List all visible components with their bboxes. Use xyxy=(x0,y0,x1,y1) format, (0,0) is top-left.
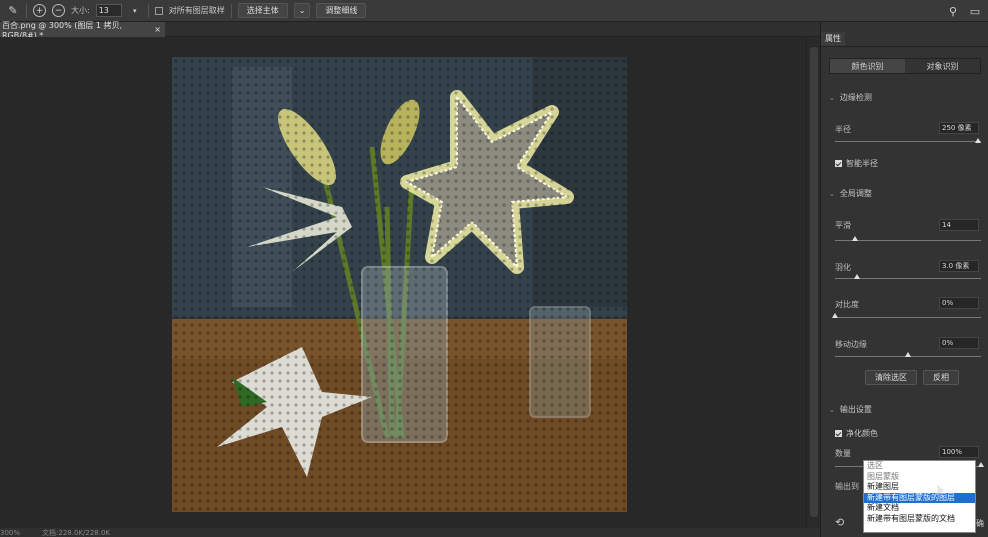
tab-object-aware[interactable]: 对象识别 xyxy=(905,59,980,73)
options-bar-right: ⚲ ▭ xyxy=(946,4,982,18)
section-output-settings[interactable]: ⌄ 输出设置 xyxy=(829,404,872,415)
invert-button[interactable]: 反相 xyxy=(923,370,959,385)
dropdown-option[interactable]: 新建文档 xyxy=(864,503,975,514)
size-input[interactable]: 13 xyxy=(95,4,122,17)
output-to-dropdown[interactable]: 选区 图层蒙版 新建图层 新建带有图层蒙版的图层 新建文档 新建带有图层蒙版的文… xyxy=(863,460,976,533)
document-tab[interactable]: 百合.png @ 300% (图层 1 拷贝, RGB/8#) * × xyxy=(0,21,165,40)
refine-hair-button[interactable]: 调整细线 xyxy=(316,3,367,18)
select-subject-dropdown[interactable]: ⌄ xyxy=(293,3,311,18)
sample-all-layers-label: 对所有图层取样 xyxy=(168,6,225,15)
dropdown-option[interactable]: 新建带有图层蒙版的文档 xyxy=(864,514,975,525)
ok-button-partial[interactable]: 确 xyxy=(976,518,984,529)
mode-switch: 颜色识别 对象识别 xyxy=(829,58,981,74)
amount-label: 数量 xyxy=(835,449,851,458)
document-info: 文档:228.0K/228.0K xyxy=(42,528,110,537)
amount-slider-knob[interactable] xyxy=(978,462,984,467)
shift-edge-slider-knob[interactable] xyxy=(905,352,911,357)
feather-slider-knob[interactable] xyxy=(853,274,860,279)
subtract-from-selection-icon[interactable]: − xyxy=(52,4,65,17)
add-to-selection-icon[interactable]: + xyxy=(33,4,46,17)
section-title: 边缘检测 xyxy=(839,93,872,102)
workspace-icon[interactable]: ▭ xyxy=(968,4,982,18)
contrast-field[interactable]: 0% xyxy=(939,297,979,309)
dropdown-option[interactable]: 新建图层 xyxy=(864,482,975,493)
document-tab-bar: 百合.png @ 300% (图层 1 拷贝, RGB/8#) * × xyxy=(0,21,820,40)
radius-field[interactable]: 250 像素 xyxy=(939,122,979,134)
status-bar: 300% 文档:228.0K/228.0K xyxy=(0,528,820,537)
size-label: 大小: xyxy=(71,6,90,15)
reset-icon[interactable]: ⟲ xyxy=(835,516,844,529)
radius-label: 半径 xyxy=(835,125,851,134)
dropdown-option[interactable]: 选区 xyxy=(864,461,975,472)
section-title: 全局调整 xyxy=(839,189,872,198)
vertical-scrollbar[interactable] xyxy=(806,37,820,528)
canvas-area[interactable] xyxy=(0,37,806,528)
output-to-label: 输出到 xyxy=(835,482,859,491)
dropdown-option[interactable]: 图层蒙版 xyxy=(864,472,975,483)
brush-tool-icon[interactable]: ✎ xyxy=(6,4,20,18)
smart-radius-label: 智能半径 xyxy=(846,159,878,168)
select-subject-button[interactable]: 选择主体 xyxy=(237,3,288,18)
shift-edge-label: 移动边缘 xyxy=(835,340,867,349)
sample-all-layers-checkbox[interactable] xyxy=(154,6,163,15)
smooth-label: 平滑 xyxy=(835,221,851,230)
divider xyxy=(821,46,988,47)
decontaminate-colors-checkbox[interactable]: 净化颜色 xyxy=(835,428,878,439)
tab-properties[interactable]: 属性 xyxy=(821,32,845,46)
photoshop-window: ✎ + − 大小: 13 ▾ 对所有图层取样 选择主体 ⌄ 调整细线 ⚲ ▭ 百… xyxy=(0,0,988,537)
size-dropdown-icon[interactable]: ▾ xyxy=(128,4,142,18)
smart-radius-checkbox[interactable]: 智能半径 xyxy=(835,158,878,169)
shift-edge-field[interactable]: 0% xyxy=(939,337,979,349)
search-icon[interactable]: ⚲ xyxy=(946,4,960,18)
chevron-down-icon: ⌄ xyxy=(829,405,835,414)
checkbox-checked-icon xyxy=(835,160,842,167)
separator xyxy=(26,3,27,18)
zoom-level[interactable]: 300% xyxy=(0,529,20,537)
photo-artwork xyxy=(172,57,627,512)
section-edge-detection[interactable]: ⌄ 边缘检测 xyxy=(829,92,872,103)
radius-slider-track[interactable] xyxy=(835,141,981,142)
decontaminate-colors-label: 净化颜色 xyxy=(846,429,878,438)
chevron-down-icon: ⌄ xyxy=(829,189,835,198)
radius-slider-knob[interactable] xyxy=(975,138,982,143)
section-title: 输出设置 xyxy=(839,405,872,414)
chevron-down-icon: ⌄ xyxy=(829,93,835,102)
separator xyxy=(230,3,232,18)
feather-label: 羽化 xyxy=(835,263,851,272)
clear-selection-button[interactable]: 清除选区 xyxy=(865,370,917,385)
close-icon[interactable]: × xyxy=(154,25,161,34)
lily-photo[interactable] xyxy=(172,57,627,512)
feather-field[interactable]: 3.0 像素 xyxy=(939,260,979,272)
smooth-slider-knob[interactable] xyxy=(852,236,859,241)
separator xyxy=(147,3,149,18)
contrast-slider-knob[interactable] xyxy=(832,313,838,318)
contrast-slider-track[interactable] xyxy=(835,317,981,318)
dropdown-option[interactable]: 新建带有图层蒙版的图层 xyxy=(864,492,975,503)
contrast-label: 对比度 xyxy=(835,300,859,309)
checkbox-checked-icon xyxy=(835,430,842,437)
section-global-refinements[interactable]: ⌄ 全局调整 xyxy=(829,188,872,199)
scrollbar-thumb[interactable] xyxy=(810,47,818,517)
tab-color-aware[interactable]: 颜色识别 xyxy=(830,59,905,73)
amount-field[interactable]: 100% xyxy=(939,446,979,458)
refine-edge-overlay xyxy=(172,57,627,512)
smooth-field[interactable]: 14 xyxy=(939,219,979,231)
